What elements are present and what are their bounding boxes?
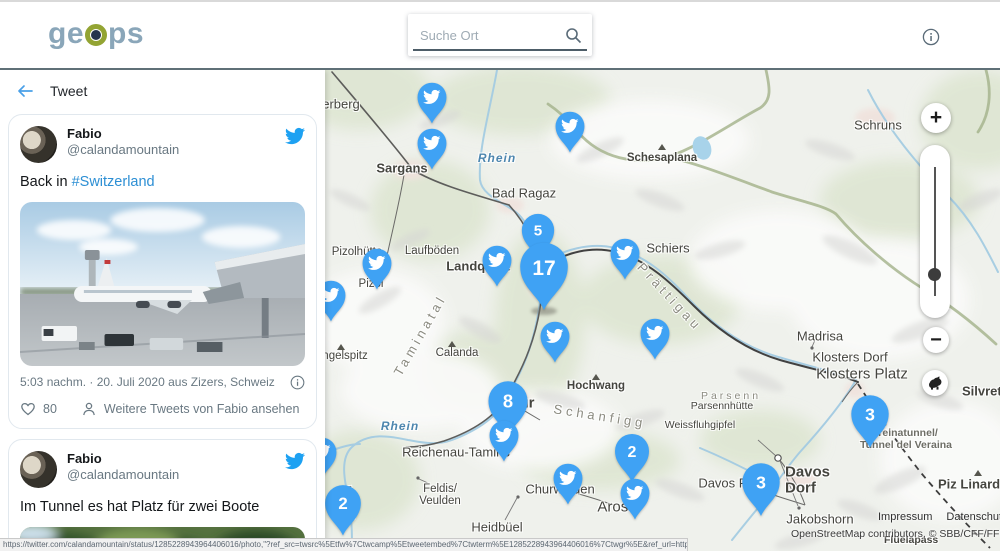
- ibex-icon: [927, 376, 943, 390]
- tweet-cluster-pin[interactable]: 2: [325, 483, 364, 538]
- svg-text:3: 3: [865, 405, 875, 425]
- tweet-pin[interactable]: [553, 110, 587, 154]
- tweet-pin[interactable]: [618, 477, 652, 521]
- tweet-pin[interactable]: [487, 419, 521, 463]
- svg-text:17: 17: [532, 257, 555, 280]
- tweet-pin[interactable]: [608, 237, 642, 281]
- status-url: https://twitter.com/calandamountain/stat…: [3, 540, 688, 549]
- tweet-author-name: Fabio: [67, 451, 179, 467]
- tweet-pin[interactable]: [360, 247, 394, 291]
- browser-status-bar: https://twitter.com/calandamountain/stat…: [0, 538, 688, 551]
- tweet-card: Fabio @calandamountain Back in #Switzerl…: [8, 114, 317, 429]
- tweet-meta: 5:03 nachm. · 20. Juli 2020 aus Zizers, …: [20, 375, 305, 390]
- avatar[interactable]: [20, 451, 57, 488]
- zoom-out-button[interactable]: −: [923, 327, 949, 353]
- hashtag-link[interactable]: #Switzerland: [72, 174, 155, 190]
- tweet-list[interactable]: Fabio @calandamountain Back in #Switzerl…: [0, 112, 325, 551]
- svg-text:5: 5: [534, 223, 543, 240]
- tweet-pin[interactable]: [325, 279, 348, 323]
- geops-logo[interactable]: geps: [48, 19, 144, 49]
- tweet-cluster-pin[interactable]: 17: [516, 240, 572, 313]
- more-tweets-link[interactable]: Weitere Tweets von Fabio ansehen: [104, 402, 300, 416]
- info-icon: [922, 28, 940, 46]
- tweet-photo-airport[interactable]: [20, 202, 305, 366]
- tweet-actions: 80 Weitere Tweets von Fabio ansehen: [20, 401, 305, 417]
- tweet-author-name: Fabio: [67, 126, 179, 142]
- back-button[interactable]: [16, 83, 34, 99]
- tweet-pin[interactable]: [415, 127, 449, 171]
- svg-text:2: 2: [338, 494, 347, 513]
- logo-text-ge: ge: [48, 19, 84, 49]
- search-input[interactable]: [418, 27, 565, 44]
- twitter-icon[interactable]: [285, 451, 305, 471]
- logo-text-ps: ps: [108, 19, 144, 49]
- search-box: [408, 14, 592, 56]
- zoom-slider[interactable]: [920, 145, 950, 318]
- map[interactable]: erbergSargansRheinBad RagazSchrunsSchesa…: [325, 70, 1000, 551]
- sidebar: Tweet Fabio @calandamountain Back in #Sw…: [0, 70, 325, 551]
- search-icon[interactable]: [565, 27, 582, 44]
- tweet-pin[interactable]: [415, 81, 449, 125]
- tweet-text: Back in #Switzerland: [20, 173, 305, 192]
- like-count[interactable]: 80: [43, 402, 57, 416]
- person-icon: [81, 401, 97, 417]
- tweet-card: Fabio @calandamountain Im Tunnel es hat …: [8, 439, 317, 551]
- tweet-timestamp: 5:03 nachm. · 20. Juli 2020 aus Zizers, …: [20, 375, 275, 389]
- tweet-pin[interactable]: [551, 462, 585, 506]
- zoom-slider-handle[interactable]: [928, 268, 941, 281]
- svg-text:3: 3: [756, 473, 766, 493]
- tweet-cluster-pin[interactable]: 3: [848, 393, 892, 450]
- impressum-link[interactable]: Impressum: [878, 511, 932, 523]
- map-footer-links: Impressum Datenschutz: [878, 511, 1000, 523]
- svg-text:8: 8: [503, 391, 513, 412]
- sidebar-header: Tweet: [0, 70, 325, 112]
- twitter-icon[interactable]: [285, 126, 305, 146]
- heart-icon[interactable]: [20, 401, 36, 417]
- tweet-pin[interactable]: [638, 317, 672, 361]
- app-header: geps: [0, 0, 1000, 70]
- zoom-in-button[interactable]: +: [921, 103, 951, 133]
- datenschutz-link[interactable]: Datenschutz: [946, 511, 1000, 523]
- app-window: geps Tweet: [0, 0, 1000, 551]
- tweet-info-icon[interactable]: [290, 375, 305, 390]
- avatar[interactable]: [20, 126, 57, 163]
- svg-text:2: 2: [628, 444, 637, 461]
- tweet-author-handle[interactable]: @calandamountain: [67, 467, 179, 483]
- tweet-pin[interactable]: [538, 320, 572, 364]
- tweet-pin[interactable]: [480, 244, 514, 288]
- tweet-text: Im Tunnel es hat Platz für zwei Boote: [20, 498, 305, 517]
- tweet-pin[interactable]: [325, 436, 339, 480]
- map-attribution: OpenStreetMap contributors, © SBB/CFF/FF…: [791, 528, 1000, 540]
- tweet-cluster-pin[interactable]: 3: [739, 461, 783, 518]
- panel-title: Tweet: [50, 83, 87, 99]
- tweet-author-handle[interactable]: @calandamountain: [67, 142, 179, 158]
- info-button[interactable]: [922, 28, 940, 46]
- ibex-button[interactable]: [922, 370, 948, 396]
- logo-ring-icon: [85, 24, 107, 46]
- arrow-left-icon: [16, 83, 34, 99]
